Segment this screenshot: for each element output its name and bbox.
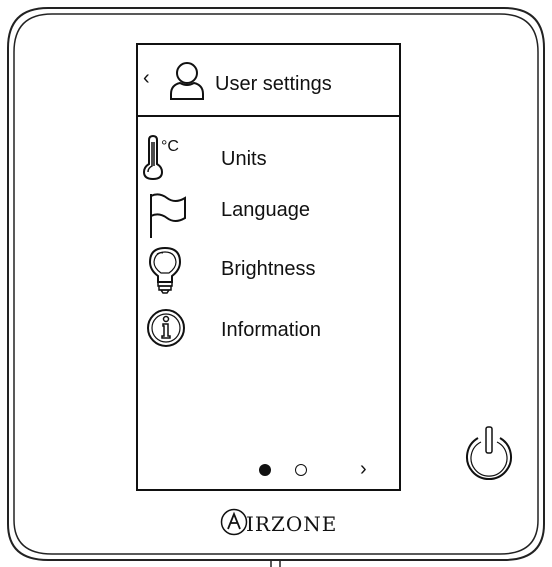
menu-item-brightness[interactable]: Brightness (137, 243, 400, 294)
thermometer-icon: °C (142, 134, 179, 181)
user-icon (170, 62, 204, 100)
power-icon[interactable] (456, 421, 522, 487)
flag-icon (150, 193, 186, 238)
page-title: User settings (215, 73, 332, 95)
lightbulb-icon (148, 246, 182, 294)
chevron-right-icon[interactable]: › (360, 459, 367, 479)
brand-name: IRZONE (246, 512, 338, 536)
display-screen: ‹ User settings °C Units Language Bright… (137, 44, 400, 490)
menu-item-label: Units (221, 148, 267, 170)
menu-item-label: Brightness (221, 258, 316, 280)
menu-item-label: Information (221, 319, 322, 341)
logo-a-mark (220, 508, 248, 536)
info-icon (147, 309, 185, 347)
menu-item-information[interactable]: Information (137, 304, 400, 354)
menu-item-label: Language (221, 199, 310, 221)
page-dot-inactive[interactable] (295, 464, 307, 476)
chevron-left-icon[interactable]: ‹ (143, 68, 150, 88)
unit-symbol: °C (161, 138, 179, 155)
screen-header: ‹ User settings (137, 44, 400, 116)
page-indicator: › (137, 458, 400, 482)
menu-item-units[interactable]: °C Units (137, 132, 400, 182)
page-dot-active[interactable] (259, 464, 271, 476)
brand-logo: IRZONE (220, 505, 360, 541)
menu-item-language[interactable]: Language (137, 187, 400, 238)
